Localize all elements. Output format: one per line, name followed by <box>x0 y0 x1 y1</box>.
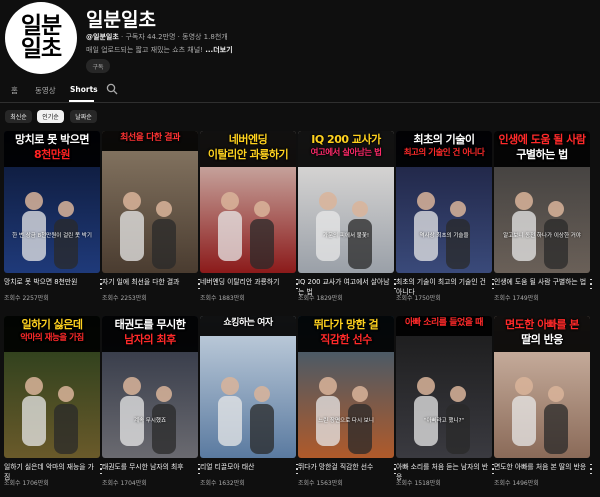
short-views: 조회수 2253만회 <box>102 295 147 302</box>
thumbnail-caption: 망치로 못 박으면 <box>15 133 90 146</box>
channel-meta: @일분일초 · 구독자 44.2만명 · 동영상 1.8천개 <box>86 32 228 42</box>
thumbnail-caption: 여고에서 살아남는 법 <box>310 148 382 158</box>
thumbnail-caption: IQ 200 교사가 <box>311 133 381 146</box>
subscribe-button[interactable]: 구독 <box>86 59 110 73</box>
thumbnail-caption: 구별하는 법 <box>516 148 568 161</box>
short-thumbnail[interactable]: 태권도를 무시한남자의 최후계속 무시했죠 <box>102 316 198 458</box>
thumbnail-caption: 일하기 싫은데 <box>21 318 83 331</box>
thumbnail-subtitle: 알고보니 동전 하나가 이상한 거야 <box>503 233 581 239</box>
short-views: 조회수 1750만회 <box>396 295 441 302</box>
tab-videos[interactable]: 동영상 <box>35 85 56 96</box>
short-thumbnail[interactable]: 쇼킹하는 여자 <box>200 316 296 458</box>
channel-stats: · 구독자 44.2만명 · 동영상 1.8천개 <box>121 33 228 41</box>
avatar-text-line-2: 일초 <box>20 36 62 62</box>
short-title[interactable]: 인생에 도움 될 사람 구별하는 법 <box>494 278 590 288</box>
short-thumbnail[interactable]: 인생에 도움 될 사람구별하는 법알고보니 동전 하나가 이상한 거야 <box>494 131 590 273</box>
thumbnail-caption: 아빠 소리를 들었을 때 <box>405 318 483 328</box>
short-views: 조회수 2257만회 <box>4 295 49 302</box>
thumbnail-caption: 쇼킹하는 여자 <box>223 318 273 328</box>
thumbnail-caption: 네버엔딩 <box>228 133 268 146</box>
short-title[interactable]: 네버엔딩 이탈리안 과룡하기 <box>200 278 296 288</box>
short-thumbnail[interactable]: 최초의 기술이최고의 기술인 건 아니다역사상 최초의 기술을 <box>396 131 492 273</box>
short-title[interactable]: 뛰다가 망한걸 직감한 선수 <box>298 463 394 473</box>
short-title[interactable]: 리얼 티끌모아 태산 <box>200 463 296 473</box>
thumbnail-caption: 딸의 반응 <box>521 333 563 346</box>
thumbnail-caption: 최고의 기술인 건 아니다 <box>403 148 485 158</box>
avatar-text-line-1: 일분 <box>20 13 62 39</box>
more-actions-icon[interactable] <box>588 462 594 476</box>
channel-description-text: 매일 업로드되는 짧고 재밌는 쇼츠 채널! <box>86 46 203 54</box>
short-thumbnail[interactable]: 최선을 다한 결과 <box>102 131 198 273</box>
short-views: 조회수 1563만회 <box>298 480 343 487</box>
sort-chip-oldest[interactable]: 날짜순 <box>70 110 97 123</box>
short-thumbnail[interactable]: 망치로 못 박으면 8천만원한 번 상금 8천만원이 걸린 못 박기 <box>4 131 100 273</box>
short-views: 조회수 1496만회 <box>494 480 539 487</box>
thumbnail-subtitle: 계속 무시했죠 <box>133 418 167 424</box>
channel-description[interactable]: 매일 업로드되는 짧고 재밌는 쇼츠 채널! ...더보기 <box>86 45 233 55</box>
short-thumbnail[interactable]: 네버엔딩이탈리안 과룡하기 <box>200 131 296 273</box>
channel-tabs: 홈 동영상 Shorts <box>0 82 600 103</box>
channel-avatar[interactable]: 일분 일초 <box>5 2 77 74</box>
channel-handle: @일분일초 <box>86 33 119 41</box>
short-views: 조회수 1749만회 <box>494 295 539 302</box>
tab-home[interactable]: 홈 <box>11 85 18 96</box>
thumbnail-scene <box>200 316 296 458</box>
short-views: 조회수 1883만회 <box>200 295 245 302</box>
more-actions-icon[interactable] <box>588 277 594 291</box>
tab-shorts[interactable]: Shorts <box>70 85 98 94</box>
short-title[interactable]: 망치로 못 박으면 8천만원 <box>4 278 100 288</box>
thumbnail-caption: 태권도를 무시한 <box>114 318 186 331</box>
thumbnail-subtitle: 느린 장면으로 다시 보니 <box>318 418 374 424</box>
sort-chip-popular[interactable]: 인기순 <box>37 110 64 123</box>
short-thumbnail[interactable]: 면도한 아빠를 본딸의 반응 <box>494 316 590 458</box>
thumbnail-caption: 남자의 최후 <box>124 333 176 346</box>
short-title[interactable]: 자기 일에 최선을 다한 결과 <box>102 278 198 288</box>
short-views: 조회수 1704만회 <box>102 480 147 487</box>
thumbnail-caption: 악마의 재능을 가짐 <box>20 333 84 343</box>
thumbnail-subtitle: "아빠라고 했니?" <box>423 418 465 424</box>
short-thumbnail[interactable]: IQ 200 교사가여고에서 살아남는 법가문의 피에서 불꽃! <box>298 131 394 273</box>
thumbnail-subtitle: 가문의 피에서 불꽃! <box>322 233 370 239</box>
short-thumbnail[interactable]: 일하기 싫은데악마의 재능을 가짐 <box>4 316 100 458</box>
search-icon[interactable] <box>106 83 118 95</box>
thumbnail-caption: 최선을 다한 결과 <box>120 133 180 143</box>
thumbnail-caption: 이탈리안 과룡하기 <box>207 148 289 161</box>
thumbnail-caption: 직감한 선수 <box>320 333 372 346</box>
short-views: 조회수 1632만회 <box>200 480 245 487</box>
short-title[interactable]: 면도한 아빠를 처음 본 딸의 반응 <box>494 463 590 473</box>
thumbnail-caption: 면도한 아빠를 본 <box>505 318 580 331</box>
thumbnail-scene <box>396 316 492 458</box>
thumbnail-caption: 최초의 기술이 <box>413 133 475 146</box>
thumbnail-subtitle: 한 번 상금 8천만원이 걸린 못 박기 <box>12 233 92 239</box>
more-link[interactable]: ...더보기 <box>205 46 232 54</box>
active-tab-indicator <box>69 100 94 102</box>
short-thumbnail[interactable]: 뛰다가 망한 걸직감한 선수느린 장면으로 다시 보니 <box>298 316 394 458</box>
thumbnail-caption: 인생에 도움 될 사람 <box>498 133 586 146</box>
short-thumbnail[interactable]: 아빠 소리를 들었을 때 "아빠라고 했니?" <box>396 316 492 458</box>
short-views: 조회수 1829만회 <box>298 295 343 302</box>
thumbnail-caption: 뛰다가 망한 걸 <box>313 318 379 331</box>
channel-header: 일분 일초 일분일초 @일분일초 · 구독자 44.2만명 · 동영상 1.8천… <box>0 0 600 80</box>
channel-name: 일분일초 <box>86 9 156 31</box>
thumbnail-subtitle: 역사상 최초의 기술을 <box>419 233 469 239</box>
sort-chip-latest[interactable]: 최신순 <box>5 110 32 123</box>
short-views: 조회수 1518만회 <box>396 480 441 487</box>
thumbnail-scene <box>102 131 198 273</box>
thumbnail-caption: 8천만원 <box>33 148 71 161</box>
short-title[interactable]: 태권도를 무시한 남자의 최후 <box>102 463 198 473</box>
short-views: 조회수 1706만회 <box>4 480 49 487</box>
